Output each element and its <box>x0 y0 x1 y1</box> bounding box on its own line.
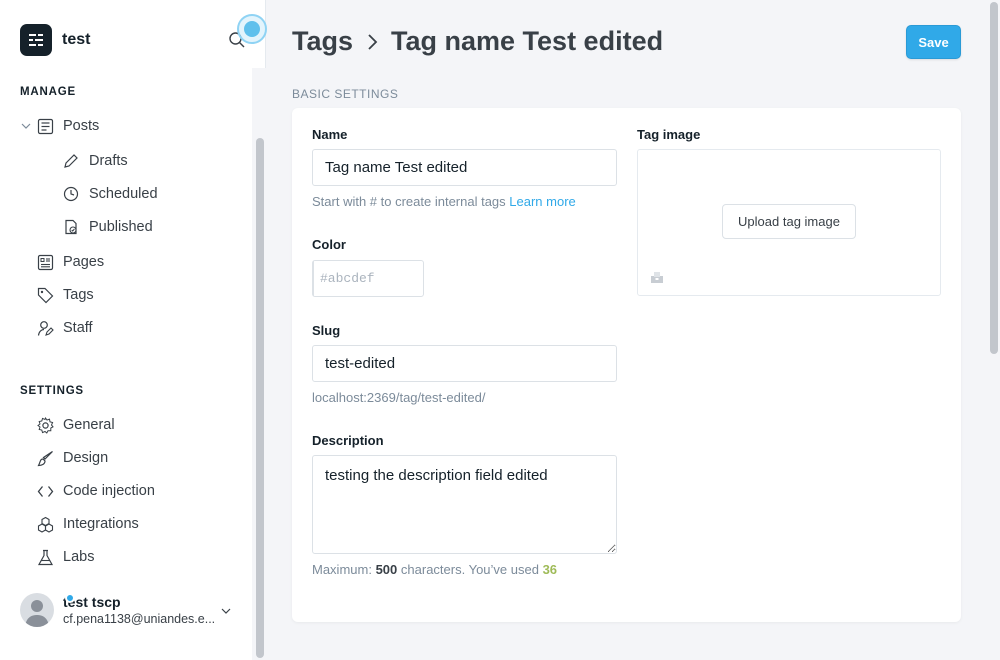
sidebar-item-labs[interactable]: Labs <box>0 542 250 572</box>
posts-icon <box>36 117 54 135</box>
sidebar-item-label: Integrations <box>63 516 139 532</box>
description-max: 500 <box>375 562 398 577</box>
sidebar: test MANAGE Posts Drafts Scheduled Publi… <box>0 0 267 660</box>
slug-label: Slug <box>312 323 341 338</box>
description-hint-prefix: Maximum: <box>312 562 372 577</box>
user-email: cf.pena1138@uniandes.e... <box>63 612 216 626</box>
clock-icon <box>62 185 80 203</box>
sidebar-item-label: General <box>63 417 115 433</box>
sidebar-item-label: Published <box>89 219 153 235</box>
sidebar-item-general[interactable]: General <box>0 410 250 440</box>
learn-more-link[interactable]: Learn more <box>509 194 575 209</box>
sidebar-item-drafts[interactable]: Drafts <box>0 146 250 176</box>
sidebar-item-tags[interactable]: Tags <box>0 280 250 310</box>
pencil-icon <box>62 152 80 170</box>
site-name: test <box>62 31 91 48</box>
avatar <box>20 593 54 627</box>
sidebar-item-label: Code injection <box>63 483 155 499</box>
breadcrumb-tags-link[interactable]: Tags <box>292 26 353 57</box>
slug-input[interactable] <box>312 345 617 382</box>
brush-icon <box>36 449 54 467</box>
sidebar-item-label: Labs <box>63 549 95 565</box>
description-hint: Maximum: 500 characters. You’ve used 36 <box>312 562 557 577</box>
chevron-right-icon <box>365 33 379 51</box>
name-input[interactable] <box>312 149 617 186</box>
tag-image-dropzone[interactable]: Upload tag image <box>637 149 941 296</box>
site-logo-icon <box>20 24 52 56</box>
sidebar-item-label: Staff <box>63 320 93 336</box>
sidebar-item-design[interactable]: Design <box>0 443 250 473</box>
gear-icon <box>36 416 54 434</box>
description-label: Description <box>312 433 384 448</box>
sidebar-item-label: Scheduled <box>89 186 158 202</box>
sidebar-scrollbar[interactable] <box>256 138 264 658</box>
staff-icon <box>36 319 54 337</box>
name-hint-text: Start with # to create internal tags <box>312 194 506 209</box>
sidebar-nav: MANAGE Posts Drafts Scheduled Published … <box>0 68 252 660</box>
sidebar-item-label: Pages <box>63 254 105 270</box>
pages-icon <box>36 253 54 271</box>
upload-tag-image-button[interactable]: Upload tag image <box>722 204 856 239</box>
integrations-icon <box>36 515 54 533</box>
chevron-down-icon[interactable] <box>20 120 32 136</box>
description-hint-middle: characters. You’ve used <box>400 562 539 577</box>
published-icon <box>62 218 80 236</box>
basic-settings-label: BASIC SETTINGS <box>292 87 399 101</box>
settings-section-title: SETTINGS <box>20 385 84 397</box>
page-scrollbar[interactable] <box>990 2 998 354</box>
description-used-count: 36 <box>542 562 558 577</box>
page-title: Tag name Test edited <box>391 26 664 56</box>
sidebar-item-label: Tags <box>63 287 94 303</box>
notification-dot <box>65 593 75 603</box>
sidebar-item-posts[interactable]: Posts <box>0 111 250 141</box>
sidebar-item-label: Posts <box>63 118 100 134</box>
sidebar-item-code-injection[interactable]: Code injection <box>0 476 250 506</box>
save-button[interactable]: Save <box>906 25 961 59</box>
description-textarea[interactable]: testing the description field edited <box>312 455 617 554</box>
onboarding-pulse-indicator[interactable] <box>237 14 267 44</box>
flask-icon <box>36 548 54 566</box>
color-label: Color <box>312 237 346 252</box>
code-icon <box>36 482 54 500</box>
color-field <box>312 260 488 297</box>
sidebar-item-pages[interactable]: Pages <box>0 247 250 277</box>
breadcrumb: Tags Tag name Test edited <box>292 26 663 57</box>
sidebar-item-published[interactable]: Published <box>0 212 250 242</box>
sidebar-item-label: Design <box>63 450 109 466</box>
name-label: Name <box>312 127 348 142</box>
sidebar-item-scheduled[interactable]: Scheduled <box>0 179 250 209</box>
color-hex-input[interactable] <box>314 261 488 296</box>
name-hint: Start with # to create internal tags Lea… <box>312 194 576 209</box>
tag-icon <box>36 286 54 304</box>
user-menu[interactable]: test tscp cf.pena1138@uniandes.e... <box>20 590 240 630</box>
sidebar-item-label: Drafts <box>89 153 128 169</box>
chevron-down-icon[interactable] <box>220 604 232 622</box>
tag-settings-card: Name Start with # to create internal tag… <box>292 108 961 622</box>
main-content: Tags Tag name Test edited Save BASIC SET… <box>267 0 1000 660</box>
image-placeholder-icon <box>650 270 664 289</box>
sidebar-item-staff[interactable]: Staff <box>0 313 250 343</box>
brand[interactable]: test <box>20 24 90 56</box>
sidebar-item-integrations[interactable]: Integrations <box>0 509 250 539</box>
slug-url: localhost:2369/tag/test-edited/ <box>312 390 486 405</box>
user-name: test tscp <box>63 594 121 610</box>
tag-image-label: Tag image <box>637 127 701 142</box>
manage-section-title: MANAGE <box>20 86 76 98</box>
